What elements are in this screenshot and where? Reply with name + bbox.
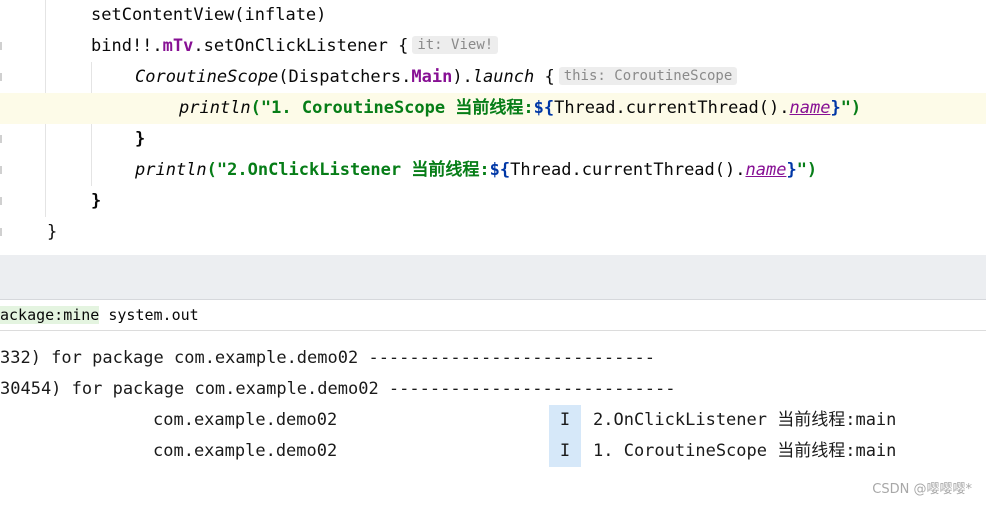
filter-chip[interactable]: ackage:mine <box>0 306 100 324</box>
code-function: launch <box>472 67 535 87</box>
code-line[interactable]: println("1. CoroutineScope 当前线程:${Thread… <box>179 93 861 124</box>
gutter-fold-marker <box>0 166 2 174</box>
gutter-fold-marker <box>0 73 2 81</box>
log-header-line: 332) for package com.example.demo02 ----… <box>0 348 656 368</box>
code-text: } <box>135 129 146 149</box>
code-template: } <box>786 160 797 180</box>
code-line[interactable]: println("2.OnClickListener 当前线程:${Thread… <box>135 155 817 186</box>
code-function: println <box>179 98 251 118</box>
code-text: { <box>534 67 555 87</box>
code-editor[interactable]: setContentView(inflate) bind!!.mTv.setOn… <box>0 0 986 255</box>
gutter-fold-marker <box>0 228 2 236</box>
gutter-fold-marker <box>0 42 2 50</box>
code-text: Thread.currentThread(). <box>510 160 746 180</box>
inlay-type-hint: it: View! <box>412 36 499 54</box>
code-line[interactable]: setContentView(inflate) <box>91 0 326 31</box>
code-text: (Dispatchers. <box>278 67 412 87</box>
code-line[interactable]: } <box>47 217 57 248</box>
code-text: .setOnClickListener { <box>193 36 409 56</box>
log-package: com.example.demo02 <box>153 441 338 461</box>
watermark-text: CSDN @嘤嘤嘤* <box>872 482 972 497</box>
code-property: mTv <box>162 36 194 56</box>
code-template: ${ <box>533 98 555 118</box>
gutter-fold-marker <box>0 135 2 143</box>
code-string: ") <box>840 98 862 118</box>
code-property: name <box>745 160 787 180</box>
code-function: CoroutineScope <box>135 67 279 87</box>
code-template: ${ <box>489 160 511 180</box>
code-text: Thread.currentThread(). <box>554 98 790 118</box>
code-line[interactable]: } <box>91 186 101 217</box>
code-property: name <box>789 98 831 118</box>
code-text: } <box>91 191 102 211</box>
code-text: } <box>47 222 58 242</box>
code-string: ("2.OnClickListener 当前线程: <box>206 160 490 180</box>
code-line[interactable]: } <box>135 124 145 155</box>
code-property: Main <box>411 67 453 87</box>
log-entry-row[interactable]: com.example.demo02 I 1. CoroutineScope 当… <box>0 436 986 467</box>
code-line[interactable]: CoroutineScope(Dispatchers.Main).launch … <box>135 62 738 93</box>
logcat-filter-input[interactable]: ackage:mine system.out <box>0 303 199 327</box>
code-line[interactable]: bind!!.mTv.setOnClickListener {it: View! <box>91 31 499 62</box>
log-package: com.example.demo02 <box>153 410 338 430</box>
indent-guide <box>91 62 92 186</box>
log-level-badge: I <box>549 436 581 467</box>
code-text: ). <box>452 67 473 87</box>
code-string: ") <box>796 160 818 180</box>
code-function: println <box>135 160 207 180</box>
code-text: setContentView(inflate) <box>91 5 327 25</box>
log-message: 2.OnClickListener 当前线程:main <box>593 410 897 430</box>
log-entry-row[interactable]: com.example.demo02 I 2.OnClickListener 当… <box>0 405 986 436</box>
gutter-fold-marker <box>0 197 2 205</box>
logcat-output[interactable]: 332) for package com.example.demo02 ----… <box>0 331 986 507</box>
logcat-filter-bar[interactable]: ackage:mine system.out <box>0 300 986 331</box>
panel-splitter[interactable] <box>0 255 986 300</box>
log-header-line: 30454) for package com.example.demo02 --… <box>0 379 676 399</box>
log-level-badge: I <box>549 405 581 436</box>
code-string: ("1. CoroutineScope 当前线程: <box>250 98 534 118</box>
log-message: 1. CoroutineScope 当前线程:main <box>593 441 897 461</box>
inlay-type-hint: this: CoroutineScope <box>558 67 738 85</box>
code-text: bind!!. <box>91 36 163 56</box>
code-template: } <box>830 98 841 118</box>
filter-text: system.out <box>99 306 199 324</box>
